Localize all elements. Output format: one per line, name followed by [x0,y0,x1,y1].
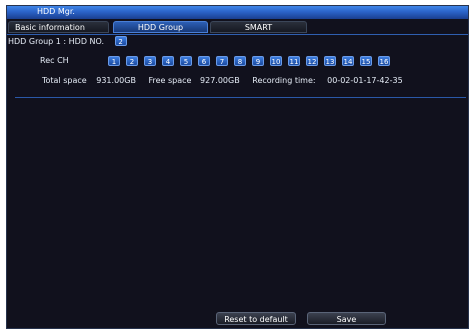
rec-ch-button-15[interactable]: 15 [360,56,372,66]
tab-basic-information-label: Basic information [15,23,85,32]
hdd-no-value[interactable]: 2 [114,36,127,46]
rec-ch-button-14[interactable]: 14 [342,56,354,66]
rec-ch-button-13[interactable]: 13 [324,56,336,66]
save-button[interactable]: Save [307,312,386,325]
total-space-label: Total space [42,76,87,85]
rec-ch-button-4[interactable]: 4 [162,56,174,66]
tab-hdd-group-label: HDD Group [137,23,184,32]
title-bar: HDD Mgr. [7,6,468,19]
reset-to-default-button[interactable]: Reset to default [216,312,296,325]
tab-bar: Basic information HDD Group SMART [7,20,468,35]
recording-time-label: Recording time: [252,76,316,85]
rec-ch-label: Rec CH [40,56,69,65]
rec-ch-button-6[interactable]: 6 [198,56,210,66]
tab-basic-information[interactable]: Basic information [8,21,109,33]
window-title: HDD Mgr. [37,7,75,16]
rec-channel-buttons: 1 2 3 4 5 6 7 8 9 10 11 12 13 14 15 16 [108,56,428,67]
tab-smart[interactable]: SMART [210,21,307,33]
tab-hdd-group[interactable]: HDD Group [113,21,208,33]
hdd-group-label: HDD Group 1 : HDD NO. [8,37,105,46]
rec-ch-button-16[interactable]: 16 [378,56,390,66]
save-label: Save [336,315,357,324]
rec-ch-button-8[interactable]: 8 [234,56,246,66]
total-space-value: 931.00GB [96,76,136,85]
reset-to-default-label: Reset to default [224,315,288,324]
rec-ch-button-12[interactable]: 12 [306,56,318,66]
rec-ch-button-2[interactable]: 2 [126,56,138,66]
rec-ch-button-3[interactable]: 3 [144,56,156,66]
rec-ch-button-11[interactable]: 11 [288,56,300,66]
hdd-manager-window: HDD Mgr. Basic information HDD Group SMA… [6,5,469,329]
rec-ch-button-10[interactable]: 10 [270,56,282,66]
hdd-group-row: HDD Group 1 : HDD NO. 2 [8,36,127,46]
rec-ch-button-9[interactable]: 9 [252,56,264,66]
rec-ch-button-7[interactable]: 7 [216,56,228,66]
tab-smart-label: SMART [244,23,273,32]
recording-time-value: 00-02-01-17-42-35 [327,76,403,85]
free-space-value: 927.00GB [200,76,240,85]
divider-line [15,97,466,98]
rec-ch-button-5[interactable]: 5 [180,56,192,66]
stats-row: Total space 931.00GB Free space 927.00GB… [42,76,403,85]
rec-ch-button-1[interactable]: 1 [108,56,120,66]
free-space-label: Free space [148,76,192,85]
